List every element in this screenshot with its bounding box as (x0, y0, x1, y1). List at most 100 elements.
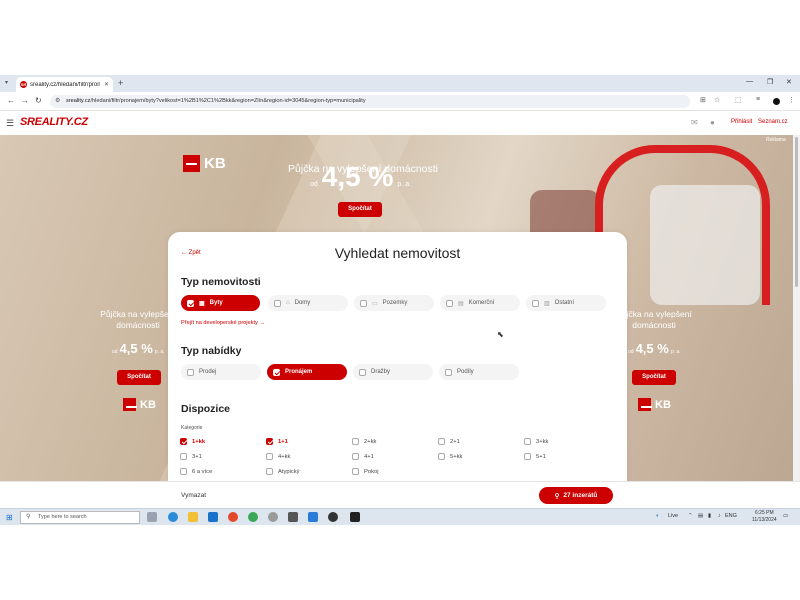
taskbar-clock[interactable]: 6:25 PM 11/13/2024 (752, 510, 777, 524)
kb-logo-icon (123, 398, 137, 411)
reset-filters-button[interactable]: Vymazat (181, 492, 206, 499)
show-results-button[interactable]: ⚲ 27 inzerátů (539, 487, 613, 504)
disposition-checkbox[interactable]: 5+kk (438, 453, 462, 460)
chrome-icon[interactable] (228, 512, 238, 522)
site-info-icon[interactable]: ⚙ (55, 95, 60, 108)
page-scrollbar-thumb[interactable] (795, 137, 798, 287)
url-bar[interactable]: ⚙ sreality.cz/hledani/filtr/pronajem/byt… (50, 95, 690, 108)
disposition-checkbox[interactable]: 3+kk (524, 438, 548, 445)
offer-option-drazby[interactable]: Dražby (353, 364, 433, 380)
kb-logo-icon (183, 155, 200, 172)
right-ad-calculate-button[interactable]: Spočítat (632, 370, 676, 385)
app-icon[interactable] (288, 512, 298, 522)
back-icon[interactable]: ← (7, 96, 15, 105)
app-icon[interactable] (248, 512, 258, 522)
left-kb-logo: KB (123, 398, 156, 411)
outlook-icon[interactable] (208, 512, 218, 522)
offer-type-heading: Typ nabídky (181, 345, 242, 357)
checkbox-icon (352, 438, 359, 445)
translate-icon[interactable]: ⊞ (700, 96, 706, 104)
disposition-checkbox[interactable]: 1+kk (180, 438, 205, 445)
checkbox-icon (187, 368, 194, 376)
disposition-checkbox[interactable]: 6 a více (180, 468, 212, 475)
disposition-heading: Dispozice (181, 403, 231, 415)
site-header: ☰ SREALITY.CZ ✉ ● Přihlásit Seznam.cz (0, 111, 800, 135)
profile-avatar[interactable] (773, 98, 780, 105)
file-explorer-icon[interactable] (188, 512, 198, 522)
other-property-icon: ▥ (544, 300, 550, 307)
property-option-komercni[interactable]: ▤ Komerční (440, 295, 520, 311)
property-option-domy[interactable]: ⌂ Domy (268, 295, 348, 311)
tray-chevron-icon[interactable]: ⌃ (688, 513, 693, 519)
offer-option-prodej[interactable]: Prodej (181, 364, 261, 380)
disposition-checkbox[interactable]: 2+1 (438, 438, 460, 445)
apartment-icon: ▦ (199, 300, 205, 307)
disposition-checkbox[interactable]: 3+1 (180, 453, 202, 460)
kb-logo: KB (183, 155, 226, 172)
reload-icon[interactable]: ↻ (35, 96, 42, 105)
close-tab-icon[interactable]: ✕ (104, 81, 109, 88)
browser-tab-bar: ▾ SR sreality.cz/hledani/filtr/pronajem … (0, 75, 800, 92)
disposition-checkbox[interactable]: 4+1 (352, 453, 374, 460)
browser-tab[interactable]: SR sreality.cz/hledani/filtr/pronajem ✕ (16, 77, 113, 92)
checkbox-icon (446, 299, 453, 307)
checkbox-icon (180, 468, 187, 475)
app-icon[interactable] (328, 512, 338, 522)
checkbox-icon (266, 453, 273, 460)
weather-label[interactable]: Live (668, 513, 678, 519)
app-icon[interactable] (268, 512, 278, 522)
edge-icon[interactable] (168, 512, 178, 522)
vscode-icon[interactable] (308, 512, 318, 522)
category-label: Kategorie (181, 425, 203, 431)
disposition-checkbox[interactable]: 2+kk (352, 438, 376, 445)
mail-icon[interactable]: ✉ (691, 118, 698, 127)
checkbox-icon (273, 368, 280, 376)
minimize-icon[interactable]: — (746, 78, 753, 85)
checkbox-icon (438, 453, 445, 460)
offer-option-podily[interactable]: Podíly (439, 364, 519, 380)
maximize-icon[interactable]: ❐ (767, 78, 773, 86)
developer-projects-link[interactable]: Přejít na developerské projekty → (181, 320, 265, 326)
property-option-ostatni[interactable]: ▥ Ostatní (526, 295, 606, 311)
disposition-checkbox[interactable]: 5+1 (524, 453, 546, 460)
windows-start-icon[interactable]: ⊞ (6, 513, 13, 522)
bookmark-star-icon[interactable]: ☆ (714, 96, 720, 104)
seznam-link[interactable]: Seznam.cz (758, 119, 788, 125)
close-window-icon[interactable]: ✕ (786, 78, 792, 86)
volume-icon[interactable]: ♪ (718, 513, 721, 519)
battery-icon[interactable]: ▮ (708, 513, 711, 519)
property-option-pozemky[interactable]: ▭ Pozemky (354, 295, 434, 311)
checkbox-icon (180, 438, 187, 445)
disposition-checkbox[interactable]: Atypický (266, 468, 300, 475)
weather-icon[interactable]: ◐ (656, 513, 659, 519)
disposition-checkbox[interactable]: 1+1 (266, 438, 288, 445)
terminal-icon[interactable] (350, 512, 360, 522)
site-logo[interactable]: SREALITY.CZ (20, 116, 88, 128)
ad-calculate-button[interactable]: Spočítat (338, 202, 382, 217)
new-tab-icon[interactable]: + (118, 78, 123, 88)
media-icon[interactable]: ≡ (756, 96, 760, 103)
disposition-checkbox[interactable]: Pokoj (352, 468, 379, 475)
url-host: sreality.cz (66, 98, 91, 104)
offer-option-pronajem[interactable]: Pronájem (267, 364, 347, 380)
kb-logo-icon (638, 398, 652, 411)
notifications-icon[interactable]: ▭ (783, 513, 788, 519)
property-option-byty[interactable]: ▦ Byty (181, 295, 260, 311)
language-indicator[interactable]: ENG (725, 513, 737, 519)
right-kb-logo: KB (638, 398, 671, 411)
task-view-icon[interactable] (147, 512, 157, 522)
checkbox-icon (532, 299, 539, 307)
login-link[interactable]: Přihlásit (731, 119, 752, 125)
search-icon: ⚲ (554, 492, 560, 500)
property-type-heading: Typ nemovitosti (181, 276, 261, 288)
hamburger-menu-icon[interactable]: ☰ (6, 118, 14, 129)
left-ad-calculate-button[interactable]: Spočítat (117, 370, 161, 385)
network-icon[interactable]: ▤ (698, 513, 703, 519)
chat-icon[interactable]: ● (710, 118, 715, 127)
disposition-checkbox[interactable]: 4+kk (266, 453, 290, 460)
taskbar-search-box[interactable]: ⚲ Type here to search (20, 511, 140, 524)
extensions-icon[interactable]: ⬚ (735, 96, 742, 104)
tab-search-icon[interactable]: ▾ (5, 79, 8, 86)
menu-kebab-icon[interactable]: ⋮ (788, 96, 795, 104)
forward-icon[interactable]: → (21, 96, 29, 105)
